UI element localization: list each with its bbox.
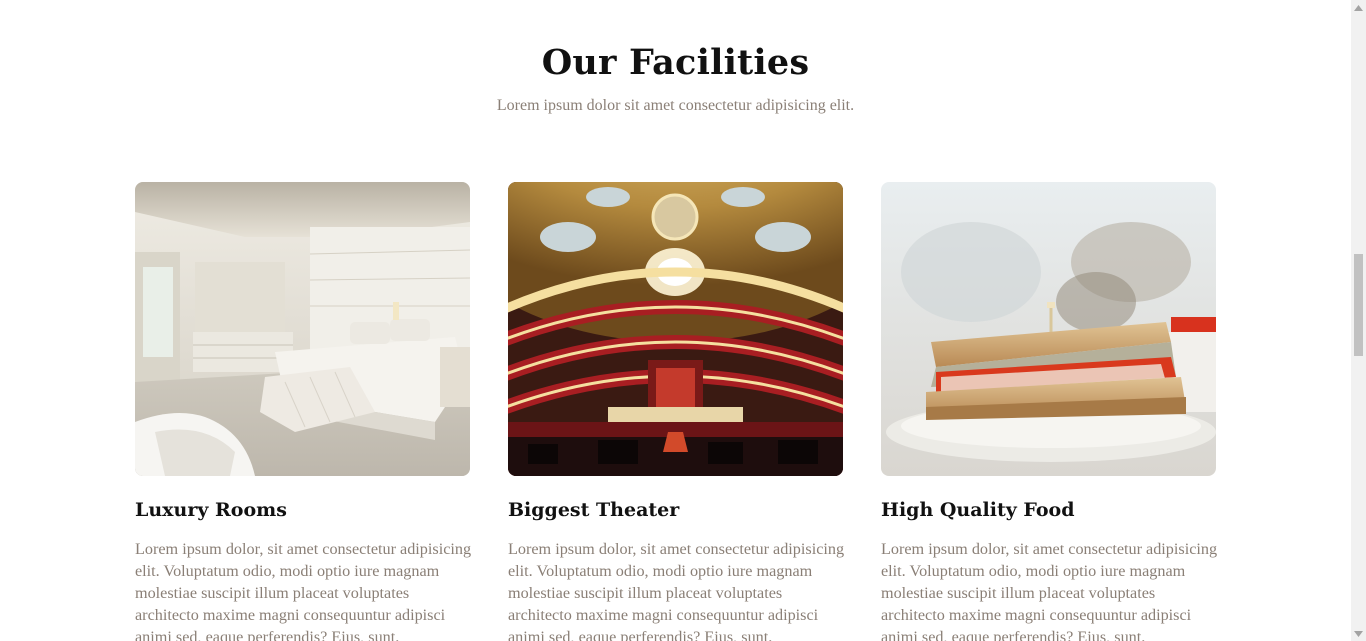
luxury-bedroom-image	[135, 182, 470, 476]
page-scrollbar[interactable]	[1351, 0, 1366, 641]
facility-card-luxury-rooms: Luxury Rooms Lorem ipsum dolor, sit amet…	[135, 182, 471, 641]
opera-theater-image	[508, 182, 843, 476]
sandwich-image	[881, 182, 1216, 476]
scroll-thumb[interactable]	[1354, 254, 1363, 357]
card-description: Lorem ipsum dolor, sit amet consectetur …	[881, 540, 1218, 641]
section-subtitle: Lorem ipsum dolor sit amet consectetur a…	[496, 97, 855, 114]
card-description: Lorem ipsum dolor, sit amet consectetur …	[508, 540, 845, 641]
scroll-up-arrow-icon[interactable]	[1351, 0, 1366, 15]
scroll-down-arrow-icon[interactable]	[1351, 626, 1366, 641]
card-title: High Quality Food	[881, 499, 1075, 521]
section-title: Our Facilities	[541, 42, 810, 83]
facility-card-biggest-theater: Biggest Theater Lorem ipsum dolor, sit a…	[508, 182, 844, 641]
facilities-page: Our Facilities Lorem ipsum dolor sit ame…	[0, 0, 1366, 641]
card-title: Luxury Rooms	[135, 499, 287, 521]
card-description: Lorem ipsum dolor, sit amet consectetur …	[135, 540, 472, 641]
card-title: Biggest Theater	[508, 499, 680, 521]
facility-card-high-quality-food: High Quality Food Lorem ipsum dolor, sit…	[881, 182, 1217, 641]
